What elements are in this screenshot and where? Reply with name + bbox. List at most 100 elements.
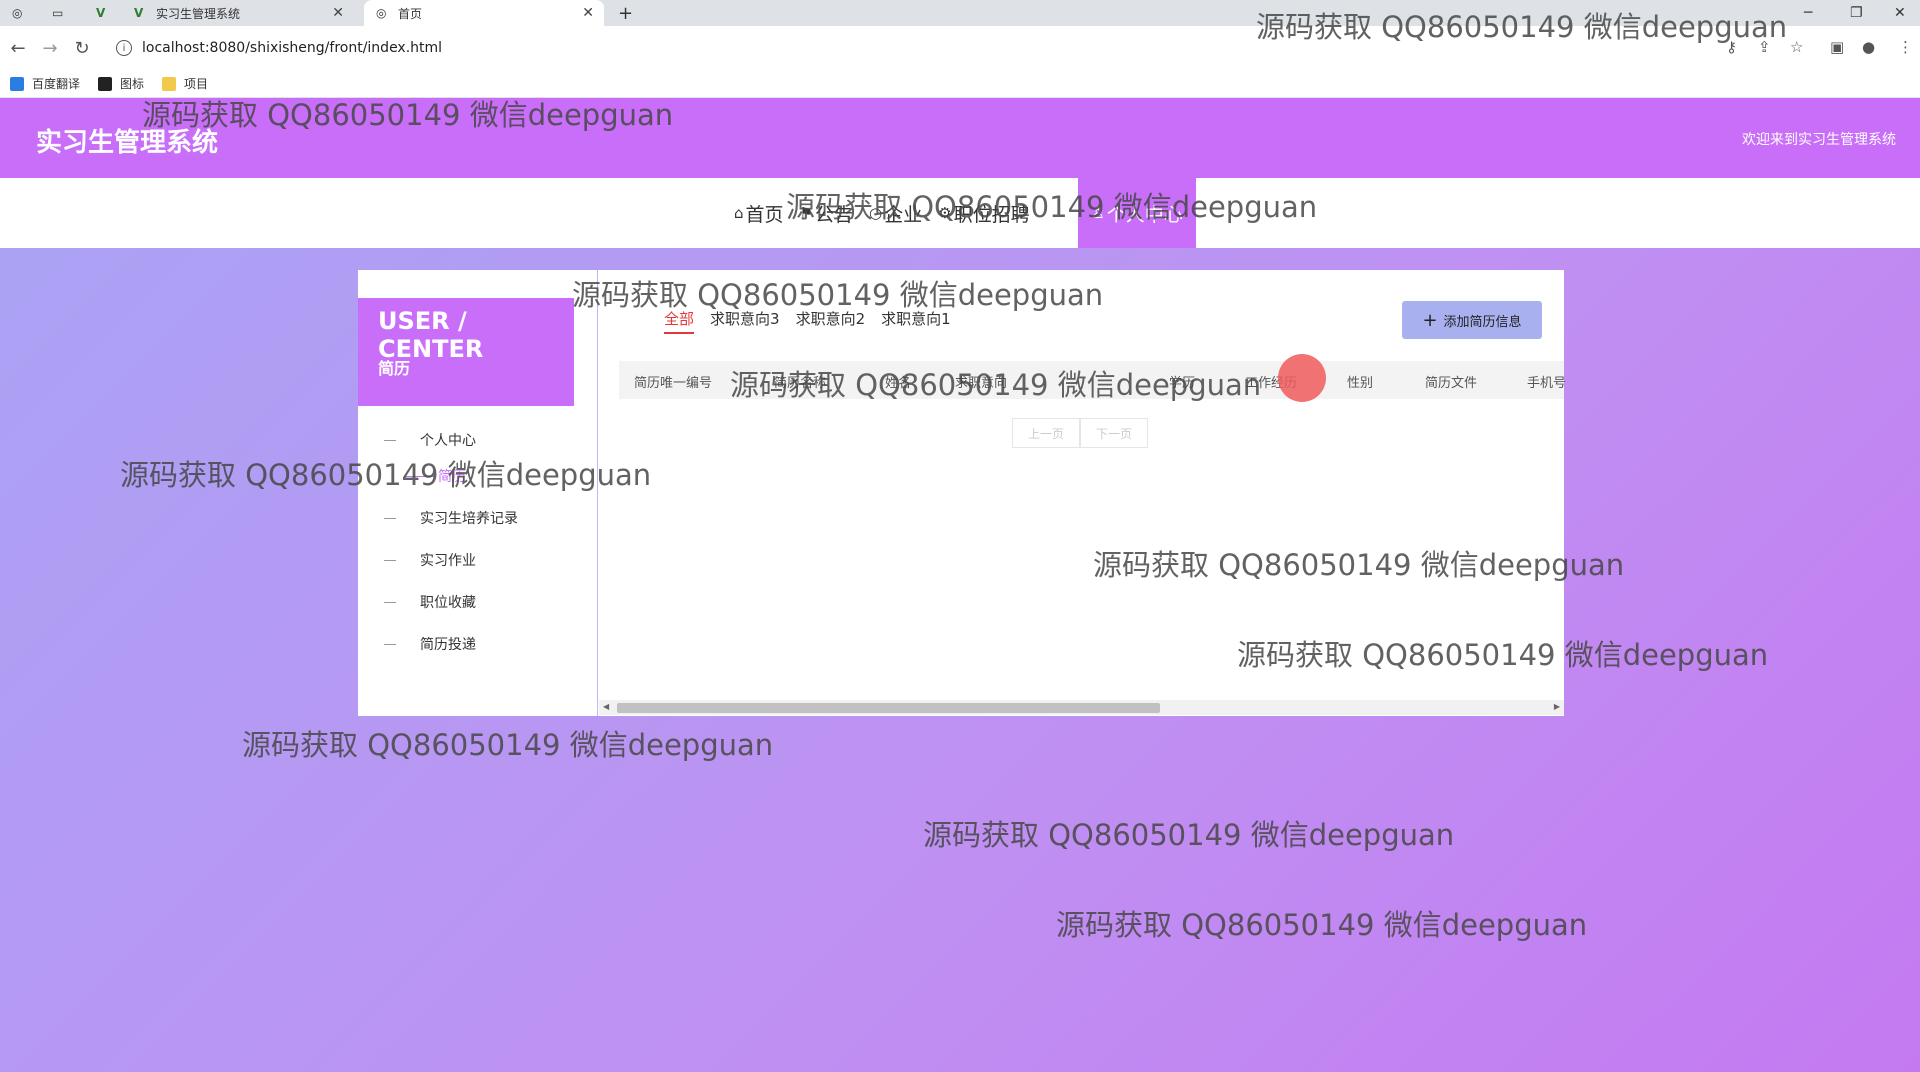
- url-text: localhost:8080/shixisheng/front/index.ht…: [142, 40, 443, 56]
- nav-company[interactable]: ○ 企业: [869, 200, 922, 227]
- tab-intent-1[interactable]: 求职意向1: [881, 308, 951, 334]
- url-field[interactable]: i localhost:8080/shixisheng/front/index.…: [108, 33, 1708, 63]
- prev-page-button[interactable]: 上一页: [1012, 418, 1080, 448]
- browser-tab-bar: ◎ ▭ V V 实习生管理系统 ✕ ◎ 首页 ✕ + ─ ❐ ✕: [0, 0, 1920, 26]
- sidebar-item-favorites[interactable]: 职位收藏: [384, 592, 476, 612]
- sidebar-item-delivery[interactable]: 简历投递: [384, 634, 476, 654]
- add-resume-label: 添加简历信息: [1443, 314, 1522, 330]
- horizontal-scrollbar[interactable]: ◀ ▶: [599, 700, 1564, 715]
- nav-label: 企业: [884, 203, 923, 226]
- bookmarks-bar: 百度翻译 图标 项目: [0, 70, 1920, 98]
- column-header: 学历: [1169, 376, 1196, 391]
- tab-title: 首页: [398, 6, 423, 21]
- browser-tab-2[interactable]: ◎ 首页 ✕: [364, 0, 604, 26]
- info-icon[interactable]: i: [116, 40, 132, 56]
- nav-label: 个人中心: [1106, 203, 1183, 226]
- menu-icon[interactable]: ⋮: [1898, 38, 1913, 56]
- tab-intent-3[interactable]: 求职意向3: [710, 308, 780, 334]
- user-icon: ♙: [1091, 204, 1105, 222]
- site-header: 实习生管理系统 欢迎来到实习生管理系统: [0, 98, 1920, 178]
- sidebar-item-personal-center[interactable]: 个人中心: [384, 430, 476, 450]
- sidebar-item-label: 简历投递: [420, 637, 476, 653]
- reload-icon[interactable]: ↻: [70, 36, 94, 60]
- profile-icon[interactable]: ●: [1862, 38, 1875, 56]
- close-window-icon[interactable]: ✕: [1894, 0, 1906, 26]
- browser-tab-1[interactable]: V 实习生管理系统 ✕: [134, 0, 354, 26]
- column-header: 简历唯一编号: [634, 376, 713, 391]
- scroll-left-icon[interactable]: ◀: [603, 702, 609, 711]
- close-tab-icon[interactable]: ✕: [582, 5, 594, 21]
- nav-label: 职位招聘: [953, 203, 1030, 226]
- tab-intent-2[interactable]: 求职意向2: [796, 308, 866, 334]
- globe-icon: ◎: [376, 6, 387, 20]
- folder-icon: [162, 76, 177, 91]
- translate-icon: [10, 76, 24, 91]
- user-center-card: USER / CENTER 简历 个人中心 简历 实习生培养记录 实习作业 职位…: [358, 270, 1567, 716]
- nav-label: 首页: [745, 203, 784, 226]
- welcome-text: 欢迎来到实习生管理系统: [1742, 132, 1896, 148]
- sidepanel-icon[interactable]: ▣: [1830, 38, 1844, 56]
- nav-label: 公告: [815, 203, 854, 226]
- nav-user-center[interactable]: ♙ 个人中心: [1078, 178, 1196, 248]
- back-icon[interactable]: ←: [6, 36, 30, 60]
- tab-title: 实习生管理系统: [156, 6, 241, 21]
- star-icon[interactable]: ☆: [1790, 38, 1803, 56]
- site-title: 实习生管理系统: [36, 128, 219, 158]
- table-header: 简历唯一编号 简历名称 姓名 求职意向 学历 工作经历 性别 简历文件 手机号: [619, 361, 1567, 399]
- restore-icon[interactable]: ❐: [1850, 0, 1863, 26]
- next-page-button[interactable]: 下一页: [1080, 418, 1148, 448]
- main-nav: ⌂ 首页 ⚑ 公告 ○ 企业 ⚙ 职位招聘 ♙ 个人中心: [0, 178, 1920, 248]
- sidebar-item-training[interactable]: 实习生培养记录: [384, 508, 518, 528]
- bookmark-item[interactable]: 图标: [98, 75, 144, 92]
- column-header: 姓名: [885, 376, 912, 391]
- scrollbar-thumb[interactable]: [617, 703, 1160, 713]
- add-resume-button[interactable]: + 添加简历信息: [1402, 301, 1542, 339]
- nav-notice[interactable]: ⚑ 公告: [800, 200, 853, 227]
- address-bar: ← → ↻ i localhost:8080/shixisheng/front/…: [0, 26, 1920, 70]
- scroll-right-icon[interactable]: ▶: [1554, 702, 1560, 711]
- column-header: 简历名称: [774, 376, 827, 391]
- forward-icon[interactable]: →: [38, 36, 62, 60]
- minimize-icon[interactable]: ─: [1804, 0, 1812, 26]
- circle-icon: ○: [869, 204, 883, 222]
- image-icon: [98, 76, 113, 91]
- nav-jobs[interactable]: ⚙ 职位招聘: [938, 200, 1029, 227]
- sidebar-item-resume[interactable]: 简历: [404, 466, 466, 486]
- tab-all[interactable]: 全部: [664, 308, 695, 334]
- home-icon: ⌂: [734, 204, 744, 222]
- sidebar-subheading: 简历: [378, 359, 411, 378]
- sidebar-item-label: 实习作业: [420, 553, 476, 569]
- click-indicator: [1278, 354, 1326, 402]
- column-header: 手机号: [1527, 376, 1567, 391]
- sidebar-header: USER / CENTER 简历: [358, 298, 574, 406]
- globe-icon[interactable]: ◎: [12, 0, 32, 26]
- new-tab-icon[interactable]: +: [618, 0, 633, 26]
- sidebar-item-label: 简历: [438, 469, 466, 485]
- close-tab-icon[interactable]: ✕: [332, 5, 344, 21]
- sidebar-item-label: 实习生培养记录: [420, 511, 518, 527]
- nav-home[interactable]: ⌂ 首页: [734, 200, 784, 227]
- vue-tab-icon[interactable]: V: [96, 0, 116, 26]
- pagination: 上一页 下一页: [1012, 418, 1148, 448]
- key-icon[interactable]: ⚷: [1726, 38, 1737, 56]
- sidebar: USER / CENTER 简历 个人中心 简历 实习生培养记录 实习作业 职位…: [358, 270, 598, 716]
- flag-icon: ⚑: [799, 204, 813, 222]
- page: 实习生管理系统 欢迎来到实习生管理系统 ⌂ 首页 ⚑ 公告 ○ 企业 ⚙ 职位招聘 ♙ 个…: [0, 98, 1920, 1072]
- gear-icon: ⚙: [938, 204, 952, 222]
- vue-icon: V: [134, 6, 144, 20]
- bookmark-label: 百度翻译: [32, 77, 81, 91]
- share-icon[interactable]: ⇪: [1758, 38, 1771, 56]
- bookmark-label: 图标: [120, 77, 145, 91]
- bookmark-item[interactable]: 项目: [162, 75, 208, 92]
- resume-content: 全部 求职意向3 求职意向2 求职意向1 + 添加简历信息 简历唯一编号 简历名…: [599, 270, 1567, 716]
- bookmark-item[interactable]: 百度翻译: [10, 75, 80, 92]
- column-header: 简历文件: [1425, 376, 1478, 391]
- column-header: 求职意向: [955, 376, 1008, 391]
- plus-icon: +: [1422, 309, 1438, 331]
- filter-tabs: 全部 求职意向3 求职意向2 求职意向1: [664, 308, 967, 334]
- blank-tab-icon[interactable]: ▭: [52, 0, 72, 26]
- sidebar-item-label: 职位收藏: [420, 595, 476, 611]
- sidebar-item-homework[interactable]: 实习作业: [384, 550, 476, 570]
- column-header: 性别: [1347, 376, 1374, 391]
- sidebar-item-label: 个人中心: [420, 433, 476, 449]
